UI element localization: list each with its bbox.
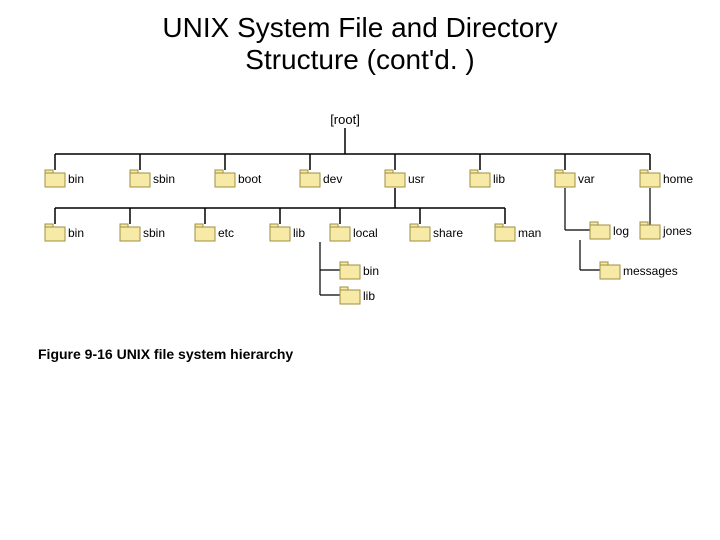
title-line-2: Structure (cont'd. ): [245, 44, 474, 75]
folder-usr-man-icon: [495, 224, 515, 241]
folder-bin-icon: [45, 170, 65, 187]
folder-log-messages-icon: [600, 262, 620, 279]
folder-usr-bin-icon: [45, 224, 65, 241]
root-label: [root]: [330, 112, 360, 127]
folder-label: share: [433, 226, 463, 240]
folder-label: lib: [363, 289, 375, 303]
folder-usr-share-icon: [410, 224, 430, 241]
folder-label: bin: [68, 226, 84, 240]
folder-label: bin: [68, 172, 84, 186]
folder-label: jones: [662, 224, 692, 238]
folder-label: usr: [408, 172, 425, 186]
folder-usr-etc-icon: [195, 224, 215, 241]
folder-usr-sbin-icon: [120, 224, 140, 241]
folder-sbin-icon: [130, 170, 150, 187]
hierarchy-diagram: [root] bin sbin boot dev: [0, 110, 720, 340]
folder-label: sbin: [143, 226, 165, 240]
folder-usr-local-icon: [330, 224, 350, 241]
folder-dev-icon: [300, 170, 320, 187]
folder-label: bin: [363, 264, 379, 278]
figure-caption: Figure 9-16 UNIX file system hierarchy: [38, 346, 293, 362]
folder-label: local: [353, 226, 378, 240]
folder-label: lib: [493, 172, 505, 186]
folder-label: etc: [218, 226, 234, 240]
folder-label: home: [663, 172, 693, 186]
folder-label: messages: [623, 264, 678, 278]
folder-usr-icon: [385, 170, 405, 187]
folder-label: log: [613, 224, 629, 238]
folder-home-icon: [640, 170, 660, 187]
folder-home-jones-icon: [640, 222, 660, 239]
folder-usr-lib-icon: [270, 224, 290, 241]
folder-label: sbin: [153, 172, 175, 186]
level1: bin sbin boot dev usr lib: [45, 154, 693, 187]
folder-label: boot: [238, 172, 262, 186]
folder-label: dev: [323, 172, 342, 186]
folder-label: man: [518, 226, 541, 240]
folder-boot-icon: [215, 170, 235, 187]
folder-local-bin-icon: [340, 262, 360, 279]
folder-lib-icon: [470, 170, 490, 187]
folder-label: var: [578, 172, 595, 186]
level2-usr: bin sbin etc lib local share: [45, 208, 541, 241]
folder-var-icon: [555, 170, 575, 187]
folder-local-lib-icon: [340, 287, 360, 304]
folder-var-log-icon: [590, 222, 610, 239]
folder-label: lib: [293, 226, 305, 240]
title-line-1: UNIX System File and Directory: [162, 12, 557, 43]
slide-title: UNIX System File and Directory Structure…: [0, 12, 720, 76]
